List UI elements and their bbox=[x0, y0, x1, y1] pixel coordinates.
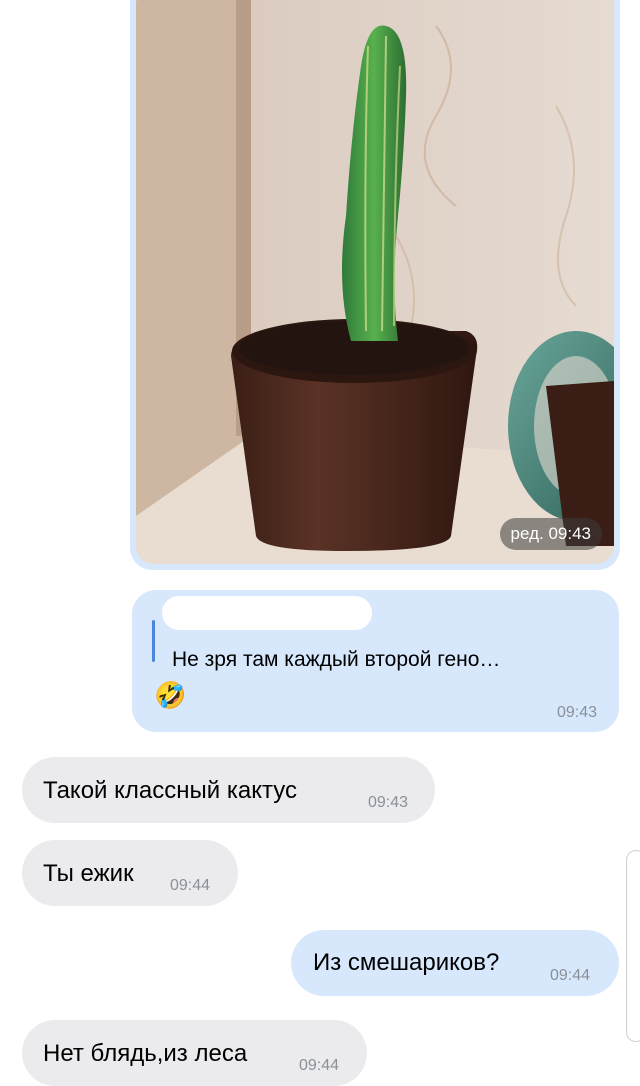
message-time: 09:44 bbox=[550, 967, 591, 984]
quote-accent-bar bbox=[152, 620, 155, 662]
message-text: Из смешариков? bbox=[313, 949, 500, 976]
incoming-message-bubble[interactable]: Ты ежик 09:44 bbox=[22, 840, 238, 906]
photo-message-bubble[interactable]: ред. 09:43 bbox=[130, 0, 620, 570]
quoted-text: Не зря там каждый второй гено… bbox=[172, 648, 501, 671]
quoted-message[interactable]: Не зря там каждый второй гено… bbox=[152, 596, 512, 671]
cactus-photo-image bbox=[136, 0, 614, 564]
message-time: 09:43 bbox=[556, 704, 597, 721]
cactus-photo[interactable]: ред. 09:43 bbox=[136, 0, 614, 564]
message-text: Ты ежик bbox=[43, 860, 134, 887]
photo-edited-time: ред. 09:43 bbox=[499, 518, 602, 550]
incoming-message-bubble[interactable]: Такой классный кактус 09:43 bbox=[22, 757, 435, 823]
message-text: Нет блядь,из леса bbox=[43, 1040, 248, 1067]
message-time: 09:43 bbox=[368, 794, 409, 811]
rofl-emoji: 🤣 bbox=[154, 680, 187, 710]
message-time: 09:44 bbox=[170, 877, 211, 894]
message-time: 09:44 bbox=[299, 1057, 340, 1074]
quoted-author-redacted bbox=[162, 596, 372, 630]
outgoing-message-bubble[interactable]: Из смешариков? 09:44 bbox=[291, 930, 619, 996]
scroll-down-handle[interactable] bbox=[626, 850, 640, 1042]
message-text: Такой классный кактус bbox=[43, 777, 297, 804]
reply-message-bubble[interactable]: Не зря там каждый второй гено… 🤣 09:43 bbox=[132, 590, 619, 732]
incoming-message-bubble[interactable]: Нет блядь,из леса 09:44 bbox=[22, 1020, 367, 1086]
